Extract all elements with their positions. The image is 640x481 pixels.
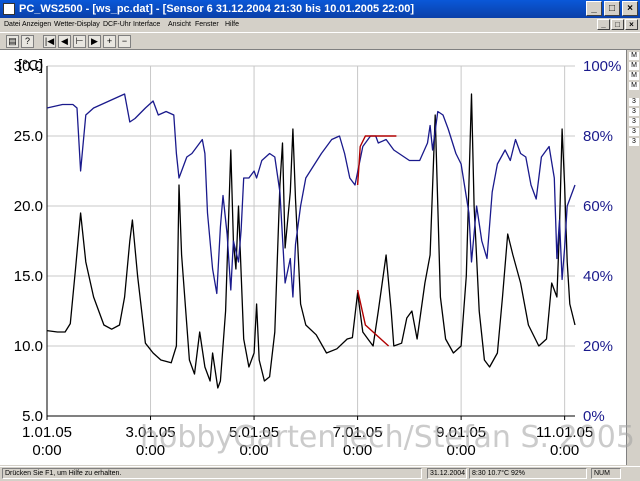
status-info: 8:30 10.7°C 92%	[469, 468, 587, 479]
y-right-tick-label: 100%	[583, 58, 621, 75]
maximize-button[interactable]: □	[604, 1, 620, 16]
line-chart: 30.025.020.015.010.05.0[°C] 100%80%60%40%…	[14, 57, 622, 459]
sidebar-item[interactable]: 3	[629, 138, 639, 146]
y-left-tick-label: 25.0	[14, 128, 43, 145]
help-pointer-icon[interactable]: ?	[21, 35, 34, 48]
menu-anzeigen[interactable]: Anzeigen	[22, 21, 51, 28]
menu-wetter-display[interactable]: Wetter-Display	[54, 21, 100, 28]
sidebar-item[interactable]: M	[629, 52, 639, 60]
next-icon[interactable]: ▶	[88, 35, 101, 48]
menu-dcf-uhr[interactable]: DCF-Uhr	[103, 21, 131, 28]
y-right-tick-label: 60%	[583, 198, 613, 215]
menu-hilfe[interactable]: Hilfe	[225, 21, 239, 28]
menu-bar: Datei Anzeigen Wetter-Display DCF-Uhr In…	[0, 18, 640, 32]
sidebar-item[interactable]: M	[629, 82, 639, 90]
chart-series	[46, 93, 576, 389]
mdi-restore-button[interactable]: □	[611, 19, 624, 30]
y-left-tick-label: 20.0	[14, 198, 43, 215]
range-icon[interactable]: ⊢	[73, 35, 86, 48]
y-right-tick-label: 40%	[583, 268, 613, 285]
watermark: hobbyGartenTech/Stefan S. 2005	[140, 420, 635, 455]
sensor-sidebar: M M M M 3 3 3 3 3	[627, 50, 640, 465]
status-bar: Drücken Sie F1, um Hilfe zu erhalten. 31…	[0, 466, 640, 481]
sidebar-item[interactable]: 3	[629, 108, 639, 116]
mdi-minimize-button[interactable]: _	[597, 19, 610, 30]
minimize-button[interactable]: _	[586, 1, 602, 16]
zoom-out-icon[interactable]: −	[118, 35, 131, 48]
title-bar: PC_WS2500 - [ws_pc.dat] - [Sensor 6 31.1…	[0, 0, 640, 18]
highlight-segment	[356, 289, 390, 347]
chart-labels: 30.025.020.015.010.05.0[°C] 100%80%60%40%…	[14, 57, 622, 459]
sidebar-item[interactable]: 3	[629, 118, 639, 126]
app-icon[interactable]	[3, 3, 15, 15]
y-right-tick-label: 80%	[583, 128, 613, 145]
chart-grid	[46, 65, 575, 417]
y-left-tick-label: 10.0	[14, 338, 43, 355]
mdi-close-button[interactable]: ×	[625, 19, 638, 30]
x-tick-label-time: 0:00	[32, 442, 61, 459]
status-date: 31.12.2004	[427, 468, 467, 479]
window-title: PC_WS2500 - [ws_pc.dat] - [Sensor 6 31.1…	[19, 3, 414, 15]
status-num: NUM	[591, 468, 621, 479]
y-right-tick-label: 20%	[583, 338, 613, 355]
menu-datei[interactable]: Datei	[4, 21, 20, 28]
x-tick-label-date: 1.01.05	[22, 424, 72, 441]
toolbar: ▤ ? |◀ ◀ ⊢ ▶ + −	[0, 32, 640, 50]
chart-area: 30.0 25.0 20.0 15.0 10.0 5.0 [°C] 100% 80% 60% 40%…	[0, 50, 627, 465]
y-left-axis-label: [°C]	[18, 57, 43, 74]
y-left-tick-label: 5.0	[22, 408, 43, 425]
status-hint: Drücken Sie F1, um Hilfe zu erhalten.	[2, 468, 422, 479]
sidebar-item[interactable]: 3	[629, 128, 639, 136]
highlight-segment	[356, 135, 397, 186]
zoom-in-icon[interactable]: +	[103, 35, 116, 48]
y-left-tick-label: 15.0	[14, 268, 43, 285]
first-icon[interactable]: |◀	[43, 35, 56, 48]
temperature-series-line	[46, 93, 576, 389]
sidebar-item[interactable]: 3	[629, 98, 639, 106]
chart-axes	[46, 66, 575, 420]
prev-icon[interactable]: ◀	[58, 35, 71, 48]
sidebar-item[interactable]: M	[629, 62, 639, 70]
menu-fenster[interactable]: Fenster	[195, 21, 219, 28]
humidity-series-line	[46, 93, 576, 298]
menu-ansicht[interactable]: Ansicht	[168, 21, 191, 28]
print-icon[interactable]: ▤	[6, 35, 19, 48]
sidebar-item[interactable]: M	[629, 72, 639, 80]
menu-interface[interactable]: Interface	[133, 21, 160, 28]
close-button[interactable]: ×	[622, 1, 638, 16]
